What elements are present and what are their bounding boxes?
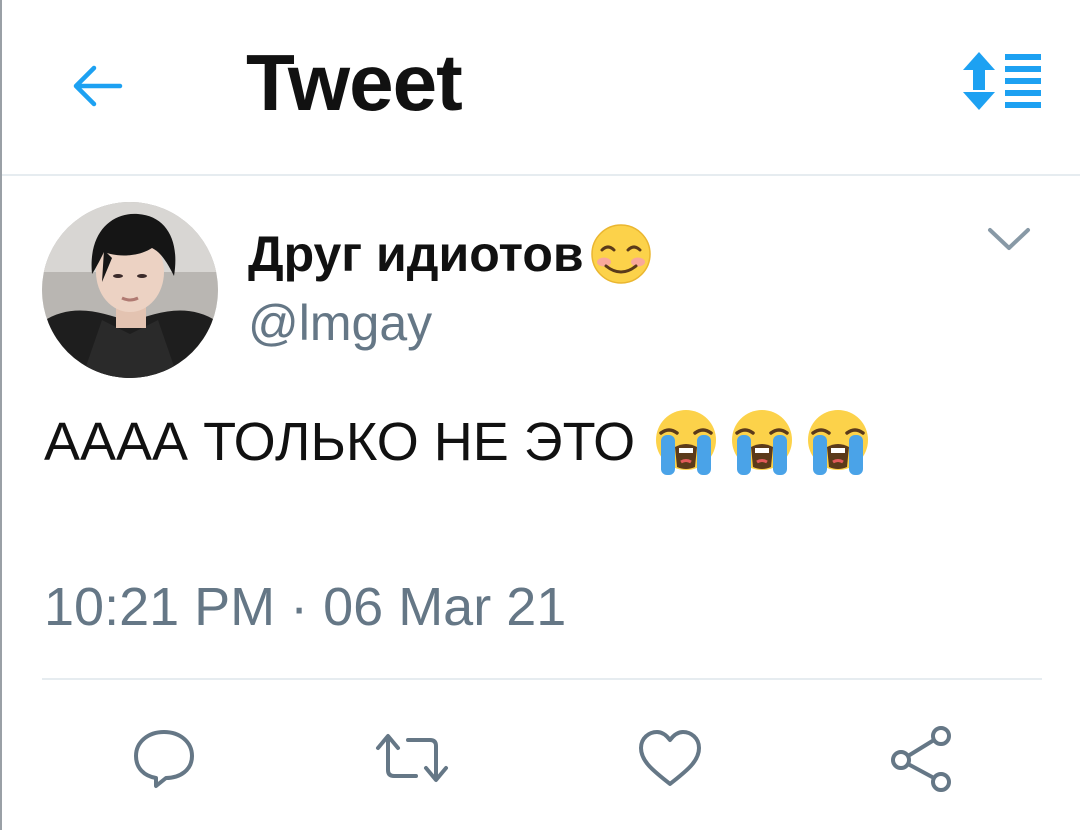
arrow-left-icon bbox=[73, 65, 123, 107]
share-button[interactable] bbox=[882, 718, 962, 798]
loudly-crying-face-icon bbox=[656, 410, 717, 475]
sort-button[interactable] bbox=[954, 44, 1050, 116]
tweet-timestamp[interactable]: 10:21 PM · 06 Mar 21 bbox=[44, 572, 566, 642]
tweet-text-content: АААА ТОЛЬКО НЕ ЭТО bbox=[44, 412, 636, 472]
back-button[interactable] bbox=[62, 50, 134, 122]
loudly-crying-face-icon bbox=[808, 410, 869, 475]
author-name-text: Друг идиотов bbox=[248, 226, 584, 282]
reply-icon bbox=[134, 730, 194, 788]
author-handle[interactable]: @lmgay bbox=[248, 292, 432, 354]
like-button[interactable] bbox=[630, 718, 710, 798]
sort-order-icon bbox=[963, 52, 1041, 110]
heart-icon bbox=[639, 730, 701, 786]
smiling-face-emoji-icon bbox=[590, 224, 651, 284]
tweet-detail-screen: Tweet Друг идиотов @lmgay АААА ТОЛЬКО НЕ… bbox=[0, 0, 1080, 830]
divider bbox=[42, 678, 1042, 680]
avatar[interactable] bbox=[42, 202, 218, 378]
tweet-options-button[interactable] bbox=[974, 214, 1044, 264]
page-title: Tweet bbox=[246, 38, 463, 127]
retweet-button[interactable] bbox=[372, 718, 452, 798]
avatar-photo bbox=[42, 202, 218, 378]
loudly-crying-face-icon bbox=[732, 410, 793, 475]
tweet-text: АААА ТОЛЬКО НЕ ЭТО bbox=[44, 406, 873, 478]
crying-emoji-group bbox=[651, 407, 873, 477]
share-icon bbox=[891, 726, 951, 792]
top-bar: Tweet bbox=[2, 0, 1080, 176]
retweet-icon bbox=[376, 734, 448, 782]
reply-button[interactable] bbox=[124, 718, 204, 798]
author-display-name[interactable]: Друг идиотов bbox=[248, 222, 656, 286]
chevron-down-icon bbox=[988, 228, 1030, 250]
